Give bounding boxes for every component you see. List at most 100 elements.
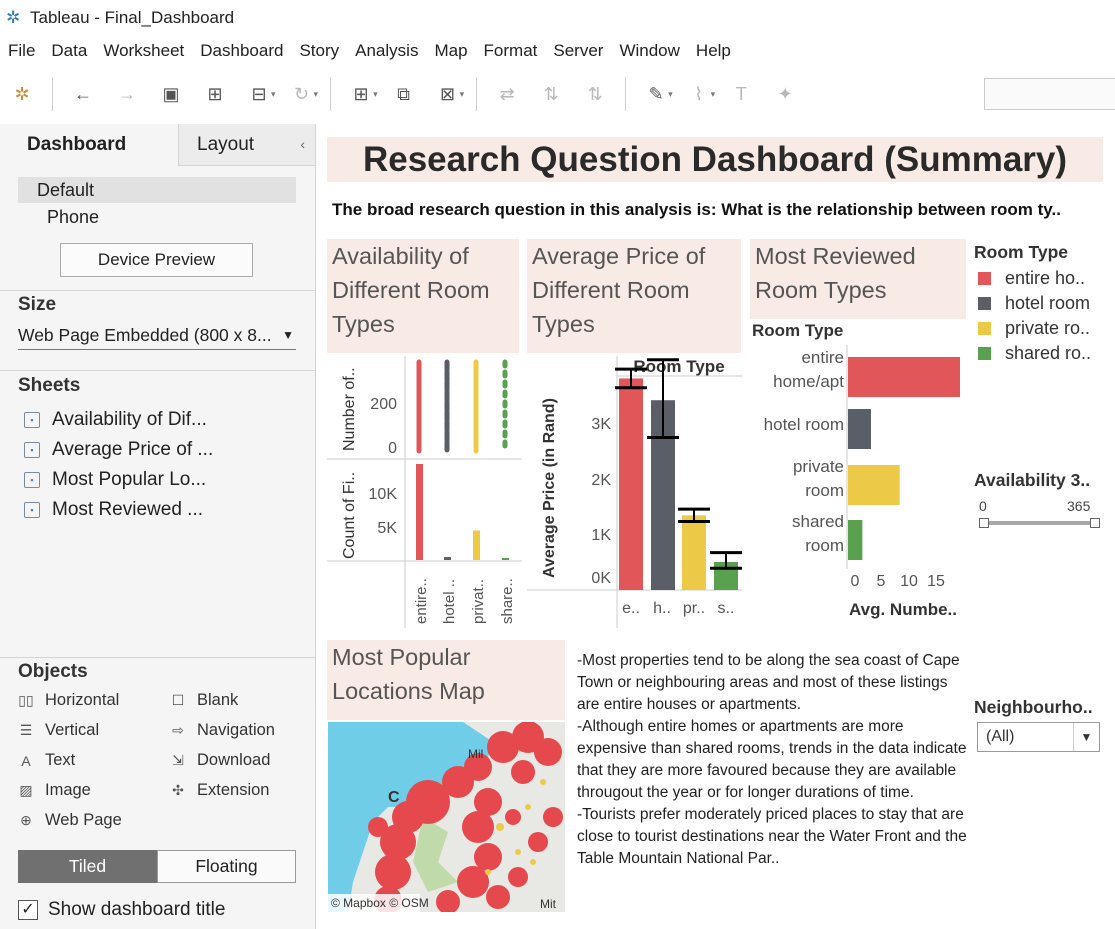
menu-window[interactable]: Window <box>611 41 687 61</box>
sheet-item[interactable]: ▪ Availability of Dif... <box>24 409 207 431</box>
object-vertical[interactable]: ☰ Vertical <box>18 721 99 740</box>
chevron-down-icon[interactable]: ▾ <box>460 89 465 100</box>
menu-map[interactable]: Map <box>426 41 475 61</box>
object-web-page[interactable]: ⊕ Web Page <box>18 811 122 830</box>
y-tick-label: 5K <box>377 520 397 537</box>
divider <box>0 290 315 291</box>
tiled-toggle-button[interactable]: Tiled <box>18 850 157 883</box>
object-label: Text <box>45 751 76 769</box>
highlight-icon[interactable]: ✎ <box>642 80 670 108</box>
object-label: Navigation <box>197 721 275 739</box>
legend-item[interactable]: entire ho.. <box>978 268 1085 289</box>
neighbourhood-dropdown[interactable]: (All) ▼ <box>977 722 1100 752</box>
clear-sheet-icon[interactable]: ⊠ <box>434 80 462 108</box>
legend-item[interactable]: shared ro.. <box>978 343 1091 364</box>
sheet-item[interactable]: ▪ Most Popular Lo... <box>24 469 206 491</box>
review-bar[interactable] <box>848 409 871 449</box>
sheet-item[interactable]: ▪ Most Reviewed ... <box>24 499 203 521</box>
legend-swatch <box>978 272 991 285</box>
menu-story[interactable]: Story <box>291 41 347 61</box>
save-icon[interactable]: ▣ <box>157 80 185 108</box>
object-image[interactable]: ▨ Image <box>18 781 90 800</box>
chevron-down-icon[interactable]: ▾ <box>668 89 673 100</box>
object-label: Vertical <box>45 721 100 739</box>
sort-ascending-icon[interactable]: ⇅ <box>537 80 565 108</box>
device-phone[interactable]: Phone <box>18 204 296 230</box>
count-bar[interactable] <box>444 557 451 560</box>
y-axis-label: Average Price (in Rand) <box>541 398 558 578</box>
count-bar[interactable] <box>416 464 423 560</box>
size-dropdown[interactable]: Web Page Embedded (800 x 8... ▼ <box>18 322 296 350</box>
menu-data[interactable]: Data <box>43 41 95 61</box>
legend-label: entire ho.. <box>1005 268 1086 288</box>
slider-min-handle[interactable] <box>979 518 989 528</box>
chevron-down-icon[interactable]: ▾ <box>373 89 378 100</box>
y-tick-label: entire <box>801 348 844 367</box>
count-bar[interactable] <box>473 530 480 560</box>
review-bar[interactable] <box>848 465 900 505</box>
refresh-icon[interactable]: ↻ <box>288 80 316 108</box>
review-bar[interactable] <box>848 357 960 397</box>
swap-rows-columns-icon[interactable]: ⇄ <box>493 80 521 108</box>
show-dashboard-title-checkbox[interactable]: ✓ Show dashboard title <box>18 899 225 921</box>
slider-min-label: 0 <box>979 498 987 514</box>
group-members-icon[interactable]: ⌇ <box>685 80 713 108</box>
availability-chart[interactable]: Number of.. Count of Fi.. 200 0 10K 5K e… <box>327 356 522 628</box>
slider-max-handle[interactable] <box>1090 518 1100 528</box>
duplicate-icon[interactable]: ⧉ <box>390 80 418 108</box>
show-mark-labels-icon[interactable]: T <box>727 80 755 108</box>
redo-icon[interactable]: → <box>113 80 141 108</box>
locations-map[interactable]: Mil C Mit © Mapbox © OSM <box>328 722 565 912</box>
x-tick-label: pr.. <box>683 600 705 617</box>
pause-auto-updates-icon[interactable]: ⊟ <box>245 80 273 108</box>
tableau-logo-icon: ✲ <box>6 8 21 27</box>
x-tick-label: privat.. <box>470 579 487 624</box>
object-text[interactable]: A Text <box>18 751 75 770</box>
new-data-source-icon[interactable]: ⊞ <box>201 80 229 108</box>
menu-help[interactable]: Help <box>688 41 739 61</box>
object-horizontal[interactable]: ▯▯ Horizontal <box>18 691 119 710</box>
tab-layout[interactable]: Layout ‹ <box>178 124 315 166</box>
menu-worksheet[interactable]: Worksheet <box>95 41 192 61</box>
device-default[interactable]: Default <box>18 177 296 203</box>
menu-server[interactable]: Server <box>545 41 611 61</box>
legend-item[interactable]: hotel room <box>978 293 1090 314</box>
menu-format[interactable]: Format <box>476 41 546 61</box>
menu-analysis[interactable]: Analysis <box>347 41 426 61</box>
collapse-pane-icon[interactable]: ‹ <box>300 136 305 152</box>
pin-icon[interactable]: ✦ <box>771 80 799 108</box>
chevron-down-icon[interactable]: ▾ <box>711 89 716 100</box>
object-download[interactable]: ⇲ Download <box>170 751 270 770</box>
new-worksheet-icon[interactable]: ⊞ <box>347 80 375 108</box>
sheet-label: Most Popular Lo... <box>52 469 207 490</box>
availability-dot-strips <box>416 359 508 454</box>
price-bar[interactable] <box>682 515 706 590</box>
menu-file[interactable]: File <box>0 41 43 61</box>
object-extension[interactable]: ✣ Extension <box>170 781 269 800</box>
legend-item[interactable]: private ro.. <box>978 318 1090 339</box>
review-bar[interactable] <box>848 520 863 560</box>
menu-dashboard[interactable]: Dashboard <box>192 41 291 61</box>
device-preview-button[interactable]: Device Preview <box>60 243 253 277</box>
reviewed-panel-title: Most Reviewed Room Types <box>750 239 966 319</box>
sheet-item[interactable]: ▪ Average Price of ... <box>24 439 213 461</box>
availability-slider-track[interactable] <box>983 521 1095 525</box>
title-line: Different Room <box>532 277 690 303</box>
map-panel-title: Most Popular Locations Map <box>327 640 565 720</box>
count-bar[interactable] <box>502 558 509 560</box>
chevron-down-icon[interactable]: ▾ <box>314 89 319 100</box>
chevron-down-icon[interactable]: ▾ <box>271 89 276 100</box>
sort-descending-icon[interactable]: ⇅ <box>581 80 609 108</box>
tab-dashboard[interactable]: Dashboard <box>0 124 178 166</box>
y-tick-label: home/apt <box>773 372 844 391</box>
y-tick-label: hotel room <box>764 415 844 434</box>
tableau-home-icon[interactable]: ✲ <box>8 80 36 108</box>
toolbar-search-box[interactable] <box>984 78 1115 110</box>
undo-icon[interactable]: ← <box>69 80 97 108</box>
most-reviewed-chart[interactable]: Room Type entire home/apt hotel room pri… <box>750 319 970 624</box>
object-blank[interactable]: ☐ Blank <box>170 691 239 710</box>
object-navigation[interactable]: ⇨ Navigation <box>170 721 275 740</box>
floating-toggle-button[interactable]: Floating <box>157 850 296 883</box>
price-bar[interactable] <box>619 378 643 590</box>
average-price-chart[interactable]: Room Type Average Price (in Rand) 3K 2K … <box>527 356 742 628</box>
